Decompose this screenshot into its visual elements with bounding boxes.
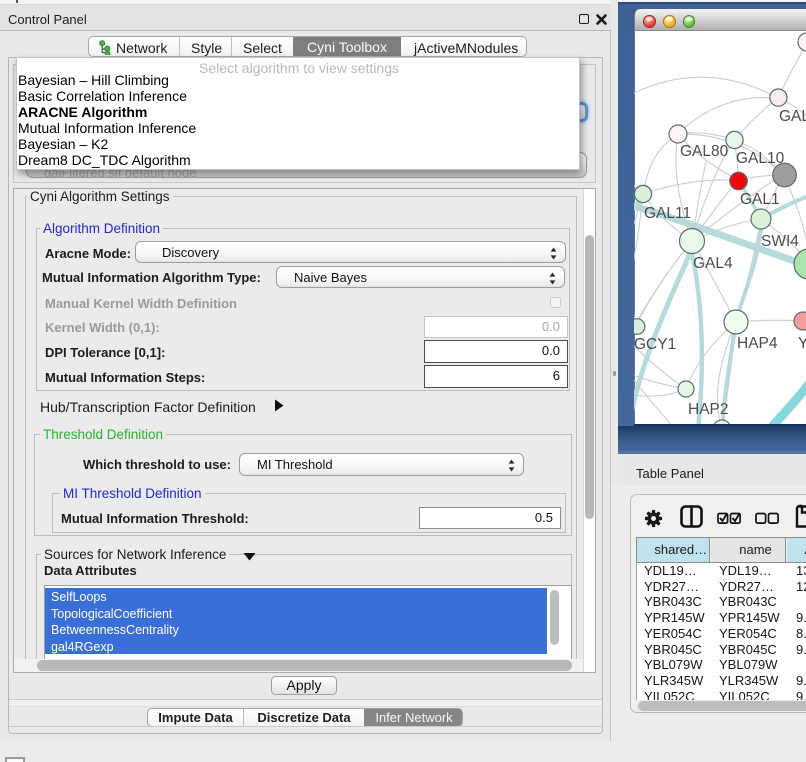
svg-text:GAL10: GAL10: [736, 150, 785, 167]
svg-text:GAL11: GAL11: [644, 205, 691, 222]
svg-text:HAP2: HAP2: [688, 401, 729, 418]
svg-text:HAP4: HAP4: [737, 335, 778, 352]
svg-text:GAL4: GAL4: [693, 255, 733, 272]
svg-text:GAL1: GAL1: [740, 191, 780, 208]
svg-text:GAL80: GAL80: [680, 143, 729, 160]
svg-text:SWI4: SWI4: [761, 233, 799, 250]
svg-text:Y: Y: [798, 335, 806, 352]
svg-text:GAL: GAL: [779, 108, 806, 125]
svg-text:GCY1: GCY1: [634, 336, 676, 353]
